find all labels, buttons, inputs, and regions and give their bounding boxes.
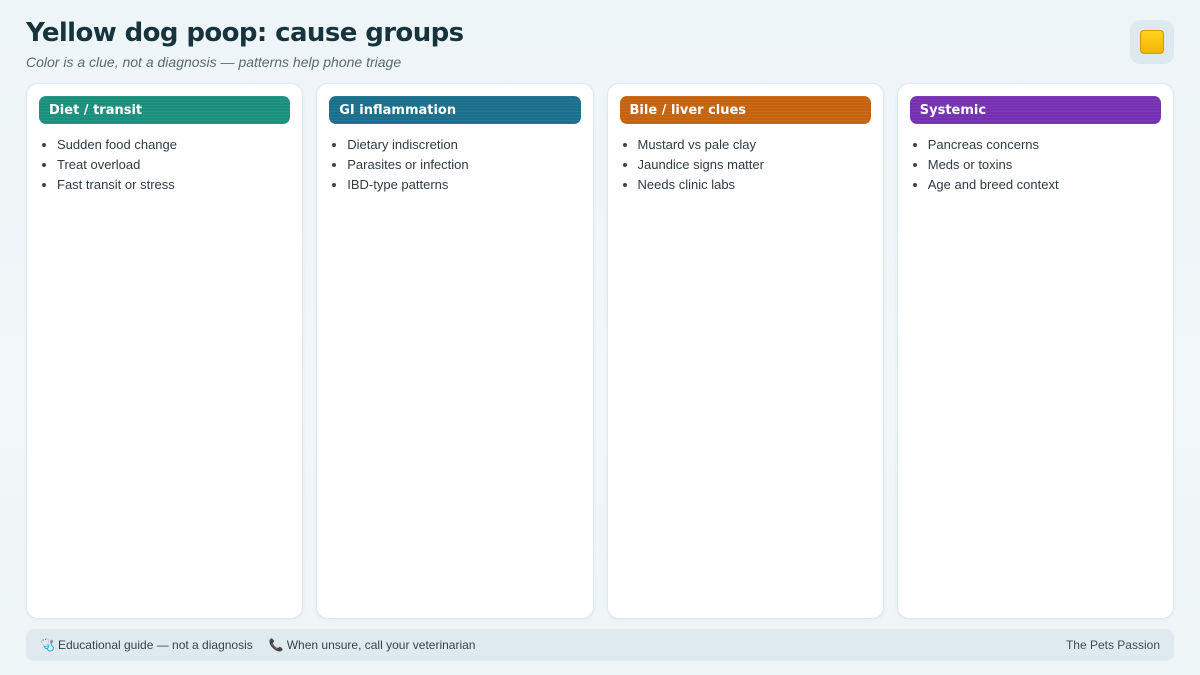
- footer-call-vet: 📞 When unsure, call your veterinarian: [269, 638, 476, 652]
- badge: [1130, 20, 1174, 64]
- bullet-icon: [42, 143, 46, 147]
- footer-disclaimer-text: Educational guide — not a diagnosis: [57, 638, 253, 652]
- bullet-icon: [332, 163, 337, 167]
- bullet-icon: [622, 183, 627, 187]
- bullet-icon: [332, 183, 337, 187]
- list-item-text: Dietary indiscretion: [347, 137, 458, 152]
- brand-name: The Pets Passion: [1065, 638, 1160, 652]
- bullet-icon: [912, 163, 917, 167]
- cause-list: Pancreas concerns Meds or toxins Age and…: [910, 135, 1161, 195]
- list-item-text: Needs clinic labs: [637, 177, 736, 192]
- list-item-text: IBD-type patterns: [347, 177, 449, 192]
- card-bile-liver: Bile / liver clues Mustard vs pale clay …: [606, 83, 884, 619]
- cause-list: Dietary indiscretion Parasites or infect…: [329, 135, 580, 195]
- list-item: Fast transit or stress: [42, 175, 290, 195]
- list-item: Parasites or infection: [332, 155, 580, 175]
- page-subtitle: Color is a clue, not a diagnosis — patte…: [26, 54, 402, 70]
- list-item-text: Mustard vs pale clay: [637, 137, 757, 152]
- card-title: Systemic: [909, 96, 1161, 124]
- card-systemic: Systemic Pancreas concerns Meds or toxin…: [896, 83, 1174, 619]
- bullet-icon: [42, 163, 46, 167]
- bullet-icon: [42, 183, 46, 187]
- list-item: Age and breed context: [912, 175, 1161, 195]
- phone-icon: 📞: [268, 638, 284, 652]
- stethoscope-icon: 🩺: [40, 638, 55, 652]
- bullet-icon: [912, 183, 917, 187]
- list-item: IBD-type patterns: [332, 175, 580, 195]
- bullet-icon: [912, 143, 917, 147]
- cause-groups: Diet / transit Sudden food change Treat …: [26, 83, 1174, 619]
- list-item-text: Sudden food change: [57, 137, 177, 152]
- header: Yellow dog poop: cause groups Color is a…: [26, 18, 464, 70]
- footer-disclaimer: 🩺 Educational guide — not a diagnosis: [40, 638, 253, 652]
- cause-list: Sudden food change Treat overload Fast t…: [39, 135, 290, 195]
- list-item: Dietary indiscretion: [332, 135, 580, 155]
- list-item-text: Jaundice signs matter: [637, 157, 764, 172]
- list-item-text: Age and breed context: [927, 177, 1059, 192]
- bullet-icon: [332, 143, 337, 147]
- yellow-square-icon: [1140, 30, 1164, 54]
- page-title: Yellow dog poop: cause groups: [26, 18, 464, 48]
- list-item-text: Fast transit or stress: [57, 177, 175, 192]
- card-diet-transit: Diet / transit Sudden food change Treat …: [26, 83, 304, 619]
- list-item: Mustard vs pale clay: [622, 135, 871, 155]
- list-item-text: Pancreas concerns: [927, 137, 1040, 152]
- card-gi-inflammation: GI inflammation Dietary indiscretion Par…: [316, 83, 594, 619]
- bullet-icon: [622, 163, 627, 167]
- list-item: Sudden food change: [42, 135, 290, 155]
- list-item: Meds or toxins: [912, 155, 1161, 175]
- list-item-text: Meds or toxins: [927, 157, 1013, 172]
- list-item-text: Parasites or infection: [347, 157, 469, 172]
- bullet-icon: [622, 143, 627, 147]
- list-item: Jaundice signs matter: [622, 155, 871, 175]
- cause-list: Mustard vs pale clay Jaundice signs matt…: [620, 135, 871, 195]
- card-title: Bile / liver clues: [619, 96, 871, 124]
- list-item-text: Treat overload: [57, 157, 141, 172]
- footer-call-vet-text: When unsure, call your veterinarian: [286, 638, 476, 652]
- card-title: Diet / transit: [39, 96, 291, 124]
- card-title: GI inflammation: [329, 96, 581, 124]
- list-item: Pancreas concerns: [912, 135, 1161, 155]
- list-item: Treat overload: [42, 155, 290, 175]
- footer: 🩺 Educational guide — not a diagnosis 📞 …: [26, 629, 1174, 661]
- list-item: Needs clinic labs: [622, 175, 871, 195]
